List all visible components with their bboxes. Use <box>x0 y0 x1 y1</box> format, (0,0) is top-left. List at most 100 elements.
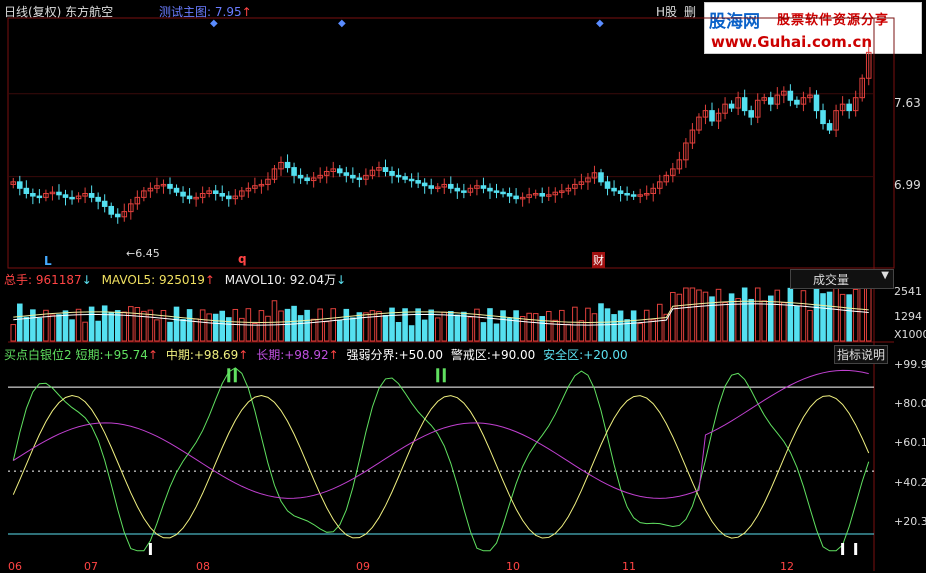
volume-bar <box>402 308 408 342</box>
volume-bar <box>493 323 500 342</box>
indicator-dropdown[interactable]: 成交量 ▼ <box>790 269 894 289</box>
mid-arrow: ↑ <box>238 348 249 362</box>
buy-signal-bar <box>841 543 845 555</box>
candles <box>10 46 872 224</box>
candle-body <box>62 194 69 198</box>
volume-bar <box>356 312 363 342</box>
candle-body <box>421 182 428 187</box>
volume-bar <box>317 308 323 342</box>
sell-signal-bar <box>442 368 446 383</box>
ind-tick-3: +60.1 <box>894 436 926 449</box>
sell-signal-bar <box>233 368 237 383</box>
volume-bar <box>467 316 474 342</box>
candle-body <box>395 174 402 178</box>
candle-body <box>813 94 820 112</box>
volume-bar <box>134 307 141 342</box>
candle-body <box>428 185 434 189</box>
low-price-value: 6.45 <box>135 247 160 260</box>
candle-body <box>493 190 500 193</box>
volume-bar <box>650 319 657 342</box>
ind-tick-4: +40.2 <box>894 476 926 489</box>
volume-bar <box>637 323 643 342</box>
volume-bar <box>265 315 271 342</box>
candle-body <box>186 195 193 200</box>
short-value: +95.74 <box>103 348 148 362</box>
candle-body <box>88 192 95 198</box>
candle-body <box>794 99 800 105</box>
sell-signal-bar <box>227 368 231 383</box>
volume-bar <box>167 321 173 342</box>
volume-bar <box>421 319 428 342</box>
volume-tick-2: 1294 <box>894 310 922 323</box>
candle-body <box>114 213 121 218</box>
volume-bar <box>258 310 265 342</box>
x-label-2: 07 <box>84 560 98 573</box>
volume-bar <box>506 317 513 342</box>
candle-body <box>826 123 833 131</box>
volume-bar <box>408 325 415 342</box>
volume-bar <box>30 309 36 342</box>
volume-bar <box>800 290 807 342</box>
candle-body <box>297 174 304 179</box>
candle-body <box>487 187 493 192</box>
marker-L: L <box>44 254 52 268</box>
volume-bar <box>552 319 559 342</box>
indicator-lines <box>8 367 874 555</box>
volume-bar <box>415 308 421 342</box>
volume-bar <box>865 287 872 342</box>
volume-bar <box>813 287 820 342</box>
candle-body <box>36 195 43 199</box>
mid-term-line <box>12 395 870 539</box>
volume-bar <box>859 287 865 342</box>
volume-bar <box>101 305 108 342</box>
candle-body <box>630 194 637 197</box>
volume-bar <box>572 306 578 342</box>
candle-body <box>56 191 62 196</box>
candle-body <box>219 192 226 197</box>
volume-bar <box>611 314 617 342</box>
candle-body <box>415 180 421 184</box>
warn-label: 警戒区: <box>450 348 491 362</box>
volume-bar <box>761 300 768 342</box>
candle-body <box>448 183 454 189</box>
volume-bar <box>336 319 343 342</box>
indicator-help-button[interactable]: 指标说明 <box>834 345 889 364</box>
volume-bar <box>434 317 441 342</box>
volume-bar <box>617 310 624 342</box>
volume-bar <box>43 309 49 342</box>
volume-bar <box>748 298 754 342</box>
candle-body <box>846 103 852 112</box>
chevron-down-icon: ▼ <box>881 270 889 281</box>
diamond-icon: ◆ <box>210 18 218 29</box>
candle-body <box>741 97 748 112</box>
volume-bar <box>278 310 284 342</box>
candle-body <box>95 196 101 202</box>
volume-bar <box>10 324 17 342</box>
volume-bar <box>128 306 134 342</box>
volume-bar <box>807 309 813 342</box>
candle-body <box>539 192 546 197</box>
strong-value: +50.00 <box>398 348 444 362</box>
candle-body <box>408 178 415 182</box>
volume-bar <box>121 311 128 342</box>
buy-signal-bar <box>148 543 152 555</box>
volume-bar <box>624 319 630 342</box>
price-tick-1: 7.63 <box>894 96 921 110</box>
price-tick-2: 6.99 <box>894 178 921 192</box>
candle-body <box>604 181 611 189</box>
volume-bar <box>656 303 663 342</box>
volume-label: 总手: <box>4 273 33 287</box>
volume-bar <box>141 310 147 342</box>
volume-bar <box>715 288 722 342</box>
warn-value: +90.00 <box>490 348 536 362</box>
long-label: 长期: <box>256 348 285 362</box>
volume-bar <box>75 308 82 342</box>
volume-value: 961187 <box>35 273 82 287</box>
candle-body <box>212 190 219 194</box>
x-label-1: 06 <box>8 560 22 573</box>
volume-bar <box>578 320 585 342</box>
volume-bar <box>787 287 794 342</box>
candle-body <box>291 167 297 176</box>
volume-tick-1: 2541 <box>894 285 922 298</box>
volume-bar <box>186 309 193 342</box>
